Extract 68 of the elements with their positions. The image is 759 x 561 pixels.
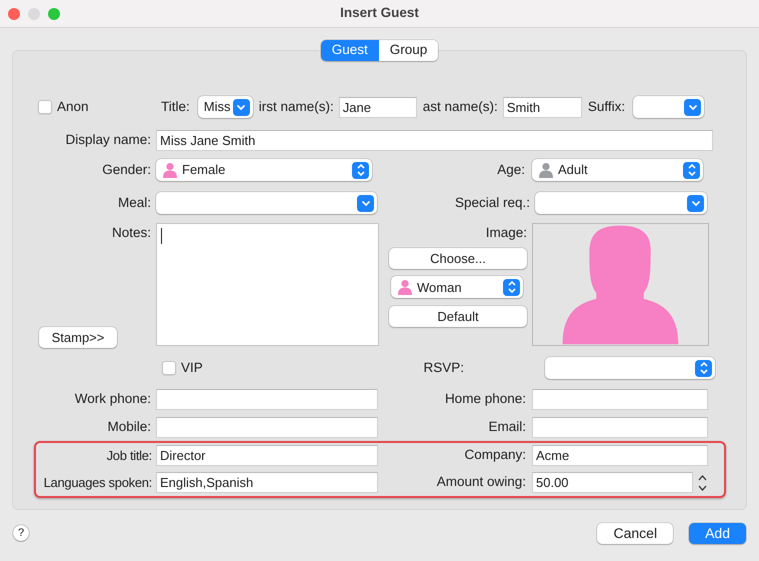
field-label: VIP <box>181 358 203 377</box>
dropdown-button[interactable] <box>535 192 707 214</box>
push-button[interactable]: Choose... <box>389 248 527 270</box>
text-field[interactable] <box>156 389 378 410</box>
checkbox[interactable] <box>38 100 52 114</box>
field-label: Title: <box>161 98 190 116</box>
text-field[interactable]: Jane <box>338 96 417 118</box>
tab[interactable]: Guest <box>320 40 379 61</box>
field-label: Home phone: <box>444 390 526 408</box>
add-button[interactable]: Add <box>689 522 746 544</box>
person-icon <box>162 162 178 178</box>
text-field[interactable]: Acme <box>532 445 708 466</box>
field-label: Anon <box>57 98 89 116</box>
field-label: Image: <box>486 224 527 242</box>
tab[interactable]: Group <box>378 40 438 61</box>
dropdown-button[interactable]: Miss <box>198 96 253 118</box>
popup-button[interactable] <box>545 357 715 379</box>
field-label: Mobile: <box>107 418 151 436</box>
popup-button[interactable]: Female <box>156 159 372 181</box>
field-label: Amount owing: <box>436 473 526 492</box>
chevron-down-icon <box>684 98 702 116</box>
window-title: Insert Guest <box>339 4 420 22</box>
field-label: irst name(s): <box>258 98 334 116</box>
field-label: Languages spoken: <box>44 474 152 492</box>
popup-button[interactable]: Woman <box>391 276 523 298</box>
person-icon <box>397 279 413 296</box>
field-label: Work phone: <box>74 390 151 408</box>
text-field[interactable]: Smith <box>502 96 582 118</box>
text-field[interactable] <box>532 389 708 410</box>
field-label: Meal: <box>118 194 151 212</box>
text-cursor <box>161 228 162 244</box>
chevron-down-icon <box>357 194 374 212</box>
dropdown-button[interactable] <box>633 96 704 118</box>
up-down-arrows-icon <box>683 162 700 178</box>
cancel-button[interactable]: Cancel <box>597 522 674 544</box>
field-label: Company: <box>464 446 526 464</box>
chevron-down-icon <box>232 98 250 116</box>
text-field[interactable]: English,Spanish <box>156 472 378 493</box>
field-label: RSVP: <box>423 358 464 377</box>
up-down-arrows-icon <box>695 360 712 376</box>
field-label: Display name: <box>65 131 151 150</box>
popup-button[interactable]: Adult <box>532 159 703 181</box>
field-label: Job title: <box>106 446 152 465</box>
up-down-arrows-icon <box>352 162 369 178</box>
field-label: Email: <box>488 418 526 436</box>
zoom-button[interactable] <box>48 8 60 20</box>
notes-field[interactable] <box>156 223 379 346</box>
text-field[interactable] <box>532 417 708 438</box>
field-label: Notes: <box>112 224 151 242</box>
help-button[interactable]: ? <box>13 525 29 541</box>
text-field[interactable]: Director <box>156 445 378 466</box>
field-label: Suffix: <box>588 98 626 116</box>
minimize-button[interactable] <box>28 8 40 20</box>
field-label: Gender: <box>102 160 151 179</box>
field-label: Special req.: <box>454 194 530 212</box>
field-label: ast name(s): <box>422 98 498 116</box>
close-button[interactable] <box>8 8 20 20</box>
chevron-down-icon <box>687 194 704 212</box>
text-field[interactable]: 50.00 <box>532 472 693 493</box>
text-field[interactable]: Miss Jane Smith <box>156 130 713 151</box>
push-button[interactable]: Stamp>> <box>39 327 117 348</box>
push-button[interactable]: Default <box>389 306 527 328</box>
checkbox[interactable] <box>162 361 176 375</box>
dropdown-button[interactable] <box>156 192 377 214</box>
up-down-arrows-icon <box>503 278 520 296</box>
person-icon <box>538 162 554 178</box>
field-label: Age: <box>497 160 525 179</box>
text-field[interactable] <box>156 417 378 438</box>
